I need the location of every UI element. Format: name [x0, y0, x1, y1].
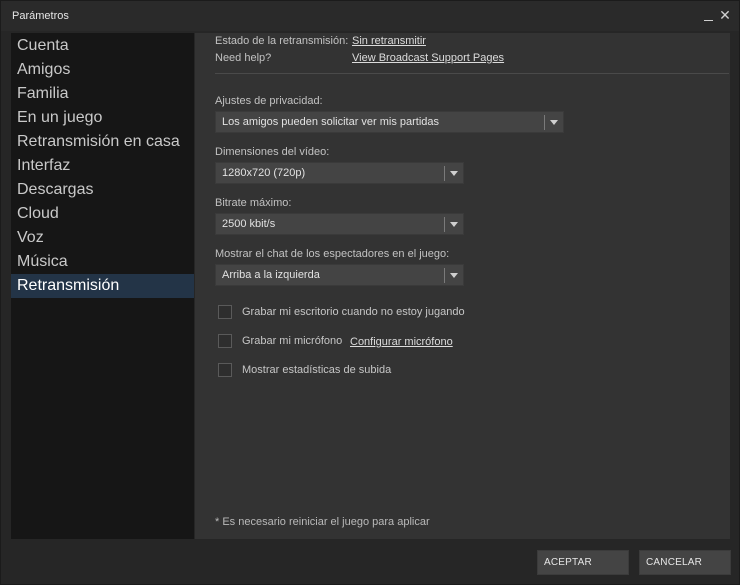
sidebar-item-voz[interactable]: Voz	[11, 226, 194, 250]
chat-position-dropdown[interactable]: Arriba a la izquierda	[215, 264, 464, 286]
sidebar-item-cuenta[interactable]: Cuenta	[11, 34, 194, 58]
video-dimensions-value: 1280x720 (720p)	[222, 167, 306, 179]
record-desktop-checkbox[interactable]	[218, 305, 232, 319]
broadcast-settings-panel: Estado de la retransmisión: Sin retransm…	[195, 33, 730, 539]
dropdown-separator	[544, 115, 545, 130]
dropdown-separator	[444, 166, 445, 181]
dropdown-separator	[444, 268, 445, 283]
sidebar-item-interfaz[interactable]: Interfaz	[11, 154, 194, 178]
divider	[215, 73, 729, 74]
sidebar-item-familia[interactable]: Familia	[11, 82, 194, 106]
video-dimensions-dropdown[interactable]: 1280x720 (720p)	[215, 162, 464, 184]
window-title: Parámetros	[12, 10, 69, 22]
sidebar-item-musica[interactable]: Música	[11, 250, 194, 274]
upload-stats-checkbox[interactable]	[218, 363, 232, 377]
record-microphone-checkbox[interactable]	[218, 334, 232, 348]
chevron-down-icon	[450, 171, 458, 176]
upload-stats-label: Mostrar estadísticas de subida	[242, 364, 392, 376]
cancel-button[interactable]: CANCELAR	[639, 550, 731, 575]
bitrate-value: 2500 kbit/s	[222, 218, 276, 230]
privacy-dropdown[interactable]: Los amigos pueden solicitar ver mis part…	[215, 111, 564, 133]
video-dimensions-label: Dimensiones del vídeo:	[215, 146, 330, 158]
sidebar-item-retransmision[interactable]: Retransmisión	[11, 274, 194, 298]
chevron-down-icon	[450, 222, 458, 227]
configure-microphone-link[interactable]: Configurar micrófono	[350, 336, 453, 348]
sidebar-item-amigos[interactable]: Amigos	[11, 58, 194, 82]
bitrate-dropdown[interactable]: 2500 kbit/s	[215, 213, 464, 235]
chevron-down-icon	[450, 273, 458, 278]
settings-sidebar: Cuenta Amigos Familia En un juego Retran…	[11, 33, 194, 539]
restart-footnote: * Es necesario reiniciar el juego para a…	[215, 516, 430, 528]
broadcast-support-link[interactable]: View Broadcast Support Pages	[352, 52, 504, 64]
sidebar-item-retransmision-en-casa[interactable]: Retransmisión en casa	[11, 130, 194, 154]
close-icon[interactable]: ✕	[717, 6, 733, 24]
help-label: Need help?	[215, 52, 272, 64]
minimize-button[interactable]	[701, 6, 717, 24]
record-desktop-label: Grabar mi escritorio cuando no estoy jug…	[242, 306, 465, 318]
sidebar-item-descargas[interactable]: Descargas	[11, 178, 194, 202]
title-bar: Parámetros ✕	[1, 1, 739, 31]
minimize-icon	[704, 20, 713, 21]
dropdown-separator	[444, 217, 445, 232]
broadcast-status-label: Estado de la retransmisión:	[215, 35, 349, 47]
broadcast-status-link[interactable]: Sin retransmitir	[352, 35, 426, 47]
privacy-label: Ajustes de privacidad:	[215, 95, 323, 107]
record-microphone-label: Grabar mi micrófono	[242, 335, 343, 347]
chat-position-label: Mostrar el chat de los espectadores en e…	[215, 248, 450, 260]
sidebar-item-en-un-juego[interactable]: En un juego	[11, 106, 194, 130]
chat-position-value: Arriba a la izquierda	[222, 269, 320, 281]
chevron-down-icon	[550, 120, 558, 125]
privacy-value: Los amigos pueden solicitar ver mis part…	[222, 116, 440, 128]
accept-button[interactable]: ACEPTAR	[537, 550, 629, 575]
settings-window: Parámetros ✕ Cuenta Amigos Familia En un…	[0, 0, 740, 585]
sidebar-item-cloud[interactable]: Cloud	[11, 202, 194, 226]
bitrate-label: Bitrate máximo:	[215, 197, 292, 209]
